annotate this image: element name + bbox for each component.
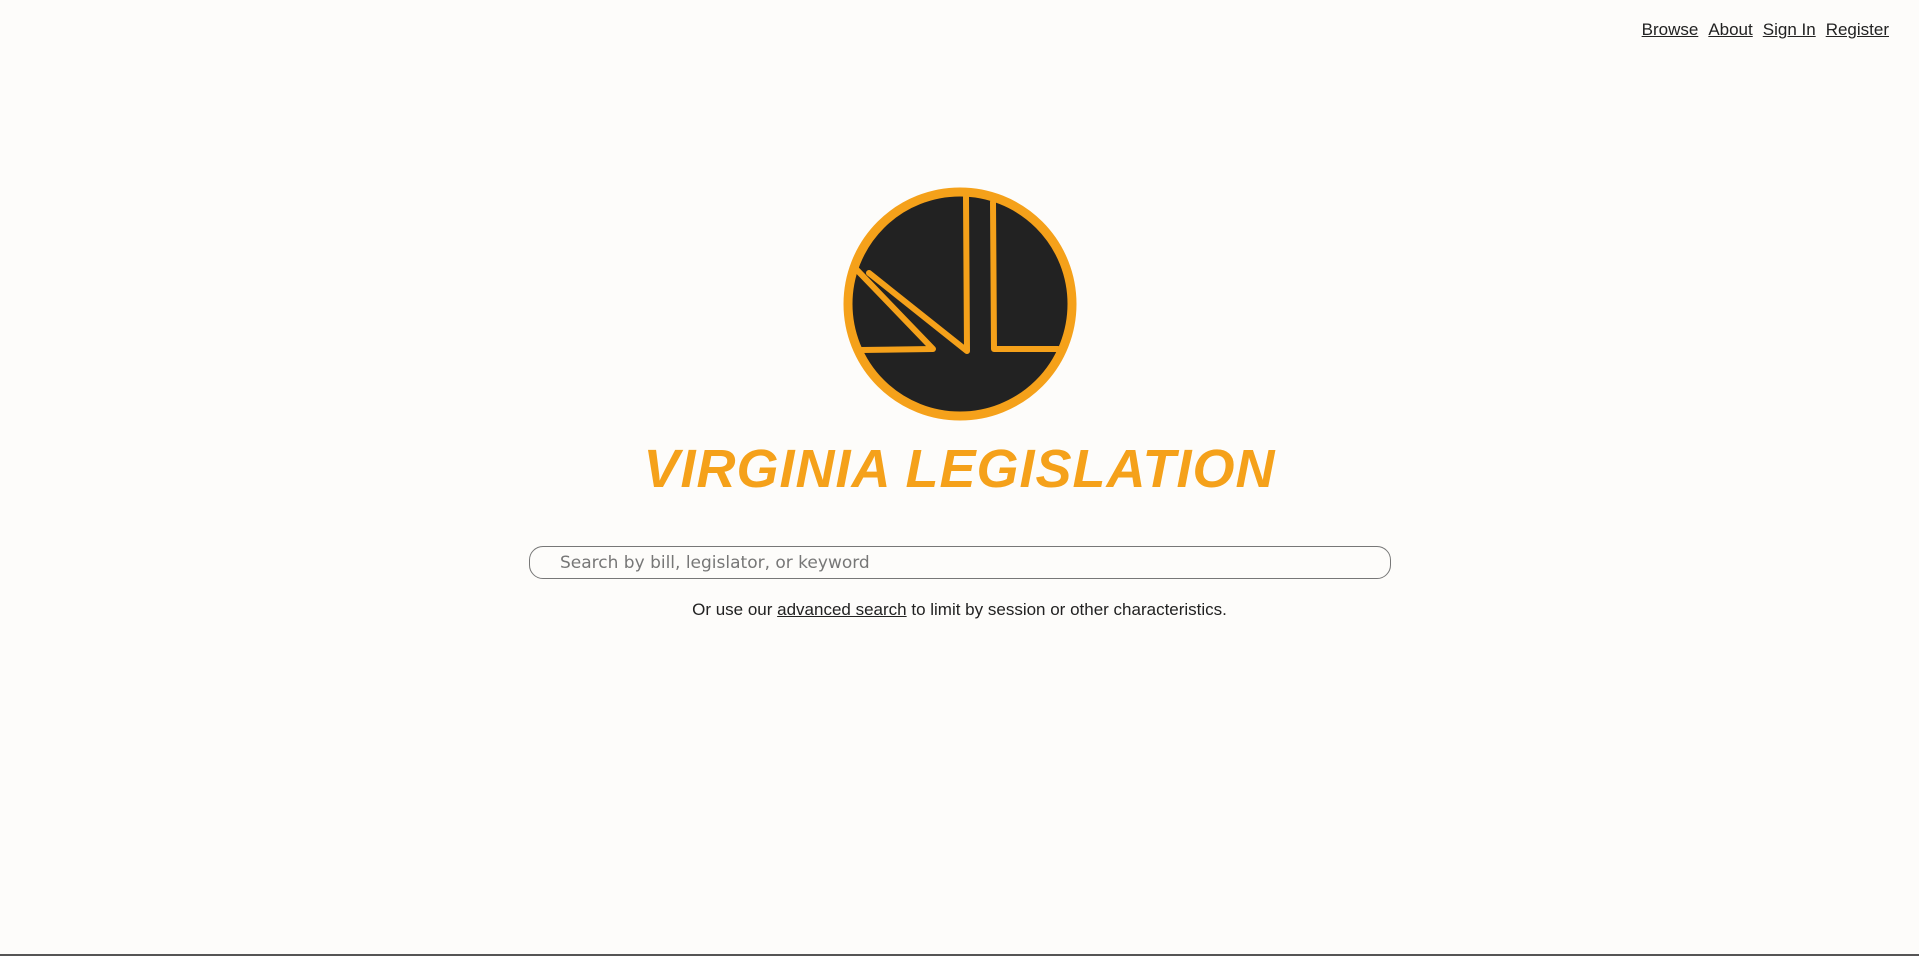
- site-title: VIRGINIA LEGISLATION: [643, 439, 1276, 499]
- helper-prefix: Or use our: [692, 600, 778, 619]
- nav-about-link[interactable]: About: [1708, 20, 1752, 40]
- nav-browse-link[interactable]: Browse: [1642, 20, 1699, 40]
- search-bar: [529, 546, 1391, 579]
- nav-sign-in-link[interactable]: Sign In: [1763, 20, 1816, 40]
- helper-text: Or use our advanced search to limit by s…: [0, 600, 1919, 620]
- vl-logo: [843, 187, 1077, 421]
- search-input[interactable]: [529, 546, 1391, 579]
- vl-monogram-icon: [843, 187, 1077, 421]
- home-page: Browse About Sign In Register VIRGINIA L…: [0, 0, 1919, 956]
- helper-suffix: to limit by session or other characteris…: [906, 600, 1227, 619]
- top-nav: Browse About Sign In Register: [1642, 20, 1889, 40]
- nav-register-link[interactable]: Register: [1826, 20, 1889, 40]
- advanced-search-link[interactable]: advanced search: [777, 600, 906, 619]
